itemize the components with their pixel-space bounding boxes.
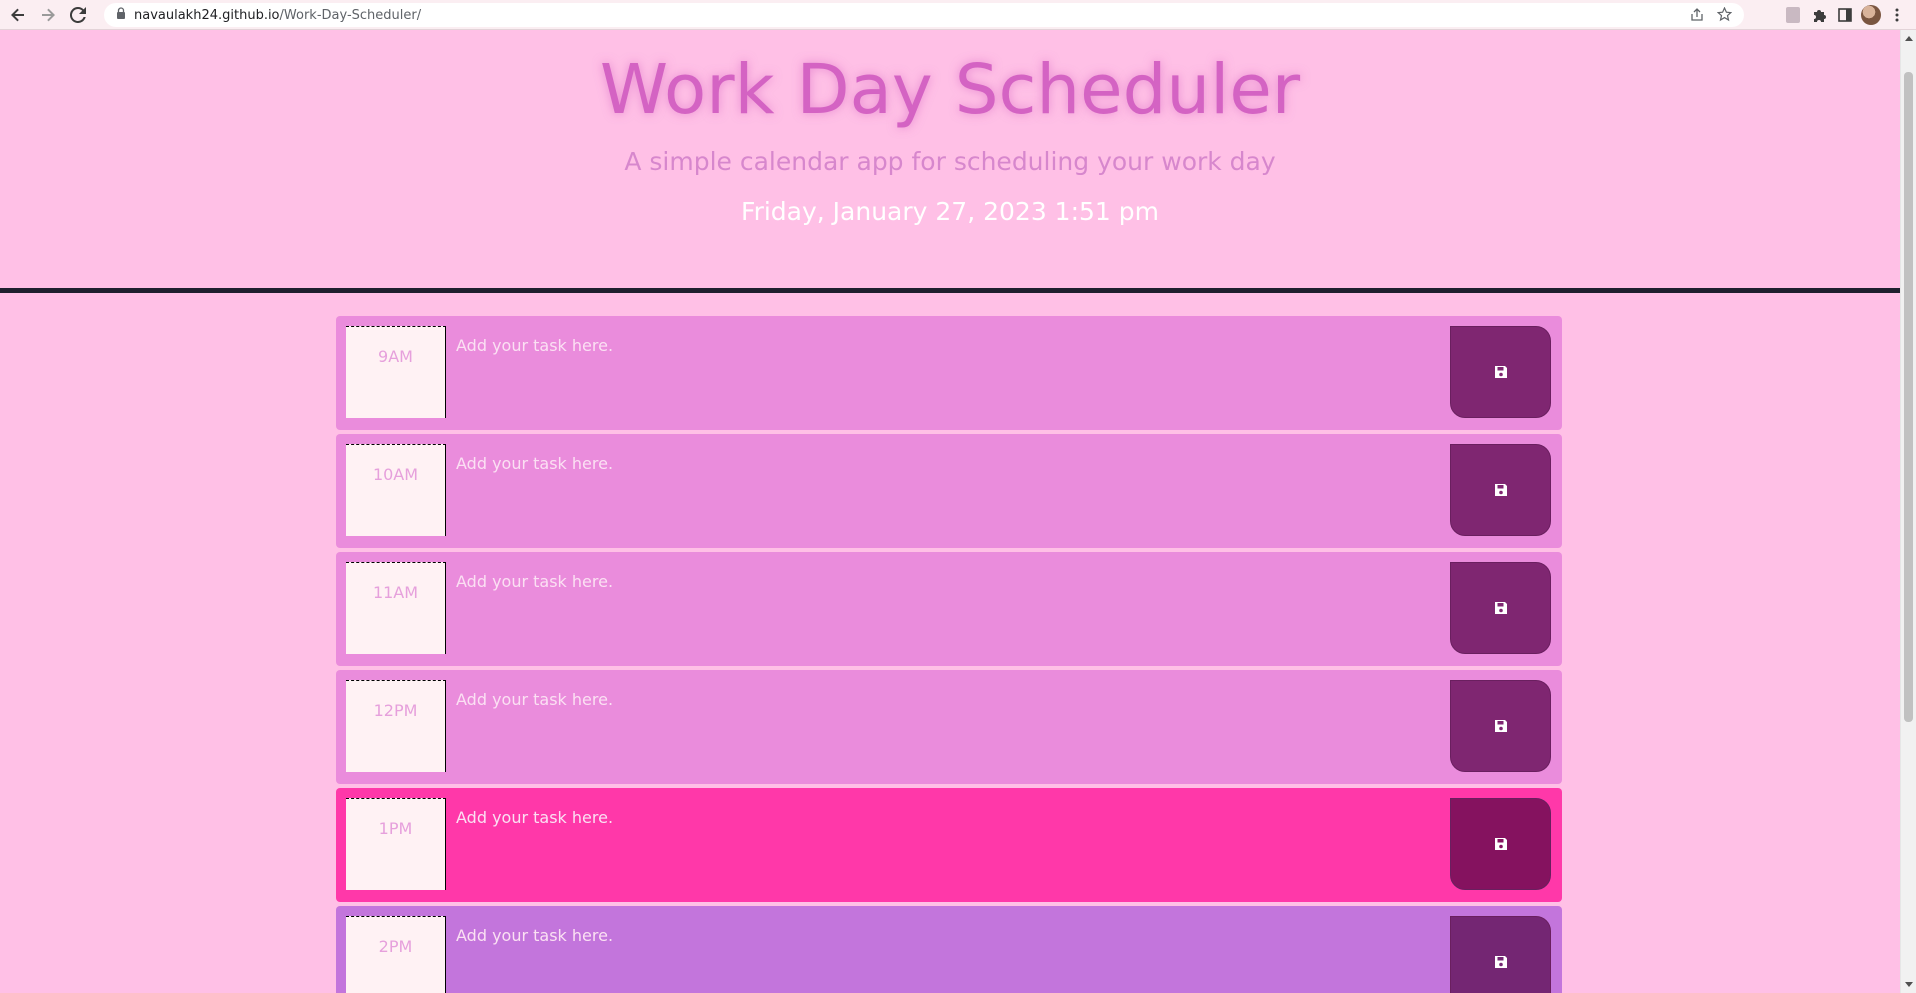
page: Work Day Scheduler A simple calendar app… xyxy=(0,30,1900,993)
header: Work Day Scheduler A simple calendar app… xyxy=(0,30,1900,293)
task-input[interactable] xyxy=(456,798,1426,890)
time-block-list: 9AM 10AM 11AM 12PM xyxy=(336,316,1562,993)
browser-toolbar: navaulakh24.github.io/Work-Day-Scheduler… xyxy=(0,0,1916,30)
hour-label: 11AM xyxy=(346,562,446,654)
floppy-disk-icon xyxy=(1494,838,1507,850)
time-block-row: 2PM xyxy=(336,906,1562,993)
hour-label: 9AM xyxy=(346,326,446,418)
time-block-row: 12PM xyxy=(336,670,1562,784)
save-button[interactable] xyxy=(1450,798,1551,890)
task-input[interactable] xyxy=(456,562,1426,654)
share-icon[interactable] xyxy=(1690,8,1704,26)
scroll-up-icon[interactable] xyxy=(1905,36,1913,41)
task-input[interactable] xyxy=(456,680,1426,772)
lock-icon xyxy=(116,7,126,23)
task-input[interactable] xyxy=(456,444,1426,536)
forward-arrow-icon[interactable] xyxy=(36,3,60,27)
floppy-disk-icon xyxy=(1494,366,1507,378)
floppy-disk-icon xyxy=(1494,602,1507,614)
time-block-row: 1PM xyxy=(336,788,1562,902)
floppy-disk-icon xyxy=(1494,484,1507,496)
current-day: Friday, January 27, 2023 1:51 pm xyxy=(741,197,1159,226)
url-host: navaulakh24.github.io xyxy=(134,7,280,23)
page-scrollbar[interactable] xyxy=(1900,30,1916,993)
puzzle-extensions-icon[interactable] xyxy=(1806,3,1832,27)
floppy-disk-icon xyxy=(1494,720,1507,732)
page-title: Work Day Scheduler xyxy=(599,50,1301,130)
time-block-row: 10AM xyxy=(336,434,1562,548)
side-panel-icon[interactable] xyxy=(1832,3,1858,27)
save-button[interactable] xyxy=(1450,916,1551,993)
avatar[interactable] xyxy=(1858,3,1884,27)
hour-label: 12PM xyxy=(346,680,446,772)
back-arrow-icon[interactable] xyxy=(6,3,30,27)
address-bar[interactable]: navaulakh24.github.io/Work-Day-Scheduler… xyxy=(104,3,1744,27)
reload-icon[interactable] xyxy=(66,3,90,27)
save-button[interactable] xyxy=(1450,326,1551,418)
time-block-row: 9AM xyxy=(336,316,1562,430)
url-path: /Work-Day-Scheduler/ xyxy=(279,7,422,23)
task-input[interactable] xyxy=(456,326,1426,418)
scroll-down-icon[interactable] xyxy=(1905,982,1913,987)
save-button[interactable] xyxy=(1450,680,1551,772)
bookmark-star-icon[interactable] xyxy=(1716,6,1733,26)
save-button[interactable] xyxy=(1450,562,1551,654)
scroll-thumb[interactable] xyxy=(1904,72,1913,722)
time-block-row: 11AM xyxy=(336,552,1562,666)
kebab-menu-icon[interactable] xyxy=(1884,3,1910,27)
task-input[interactable] xyxy=(456,916,1426,993)
hour-label: 1PM xyxy=(346,798,446,890)
hour-label: 10AM xyxy=(346,444,446,536)
extension-badge-icon[interactable] xyxy=(1780,3,1806,27)
hour-label: 2PM xyxy=(346,916,446,993)
save-button[interactable] xyxy=(1450,444,1551,536)
floppy-disk-icon xyxy=(1494,956,1507,968)
page-subtitle: A simple calendar app for scheduling you… xyxy=(624,147,1276,176)
